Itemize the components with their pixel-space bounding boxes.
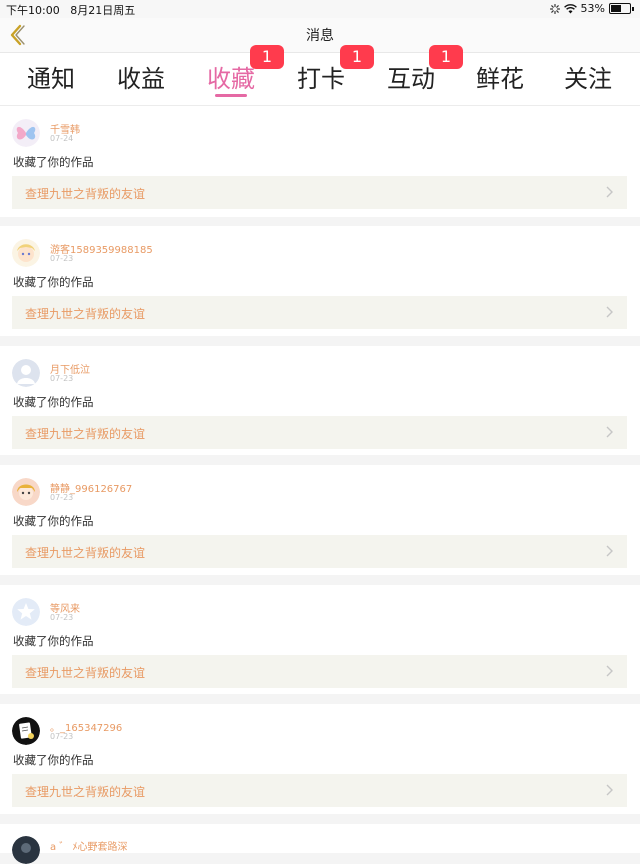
timestamp: 07-23: [50, 493, 74, 502]
chevron-right-icon: [606, 665, 613, 677]
girl-avatar-icon: [12, 239, 40, 267]
dark-avatar-icon: [12, 836, 40, 864]
chevron-right-icon: [606, 426, 613, 438]
work-title: 查理九世之背叛的友谊: [25, 546, 146, 560]
timestamp: 07-24: [50, 134, 74, 143]
work-title: 查理九世之背叛的友谊: [25, 785, 146, 799]
status-time-date: 下午10:00 8月21日周五: [6, 2, 135, 18]
avatar[interactable]: [12, 478, 40, 506]
timestamp: 07-23: [50, 613, 74, 622]
tab-label: 关注: [564, 65, 612, 93]
battery-cap: [632, 6, 634, 11]
work-title: 查理九世之背叛的友谊: [25, 307, 146, 321]
page-title: 消息: [306, 28, 334, 44]
avatar[interactable]: [12, 359, 40, 387]
loading-icon: [549, 3, 560, 14]
notification-item: 千雪韩 07-24 收藏了你的作品 查理九世之背叛的友谊: [0, 106, 640, 217]
work-link[interactable]: 查理九世之背叛的友谊: [12, 655, 627, 688]
tab-checkin[interactable]: 打卡 1: [276, 45, 374, 105]
work-title: 查理九世之背叛的友谊: [25, 666, 146, 680]
battery-icon: [609, 3, 631, 14]
active-tab-indicator: [215, 94, 247, 97]
tab-favorites[interactable]: 收藏 1: [186, 45, 284, 105]
default-avatar-icon: [12, 359, 40, 387]
chevron-right-icon: [606, 306, 613, 318]
action-text: 收藏了你的作品: [13, 634, 94, 648]
work-link[interactable]: 查理九世之背叛的友谊: [12, 774, 627, 807]
notification-item: 等风来 07-23 收藏了你的作品 查理九世之背叛的友谊: [0, 585, 640, 694]
action-text: 收藏了你的作品: [13, 514, 94, 528]
work-title: 查理九世之背叛的友谊: [25, 427, 146, 441]
timestamp: 07-23: [50, 374, 74, 383]
tab-label: 通知: [27, 65, 75, 93]
action-text: 收藏了你的作品: [13, 395, 94, 409]
tab-earnings[interactable]: 收益: [96, 53, 186, 105]
tab-label: 收益: [117, 65, 165, 93]
tab-notifications[interactable]: 通知: [6, 53, 96, 105]
tab-flowers[interactable]: 鲜花: [455, 53, 545, 105]
notification-item: 。_165347296 07-23 收藏了你的作品 查理九世之背叛的友谊: [0, 704, 640, 814]
status-date: 8月21日周五: [70, 4, 136, 17]
butterfly-avatar-icon: [12, 119, 40, 147]
tab-label: 鲜花: [476, 65, 524, 93]
avatar[interactable]: [12, 717, 40, 745]
status-time: 下午10:00: [6, 4, 60, 17]
timestamp: 07-23: [50, 254, 74, 263]
work-link[interactable]: 查理九世之背叛的友谊: [12, 296, 627, 329]
work-link[interactable]: 查理九世之背叛的友谊: [12, 535, 627, 568]
notification-item: 游客1589359988185 07-23 收藏了你的作品 查理九世之背叛的友谊: [0, 226, 640, 336]
action-text: 收藏了你的作品: [13, 275, 94, 289]
notification-item: a ゛ ﾒ心野套路深: [0, 824, 640, 864]
notification-item: 静静_996126767 07-23 收藏了你的作品 查理九世之背叛的友谊: [0, 465, 640, 575]
chevron-right-icon: [606, 784, 613, 796]
status-bar: 下午10:00 8月21日周五 53%: [0, 0, 640, 18]
wifi-icon: [563, 3, 577, 13]
anime-avatar-icon: [12, 478, 40, 506]
work-link[interactable]: 查理九世之背叛的友谊: [12, 176, 627, 209]
chevron-right-icon: [606, 545, 613, 557]
tab-follow[interactable]: 关注: [543, 53, 633, 105]
battery-percent: 53%: [580, 2, 605, 15]
tab-interaction[interactable]: 互动 1: [366, 45, 463, 105]
username[interactable]: a ゛ ﾒ心野套路深: [50, 838, 128, 853]
chevron-right-icon: [606, 186, 613, 198]
tab-bar: 通知 收益 收藏 1 打卡 1 互动 1 鲜花 关注: [0, 45, 640, 106]
timestamp: 07-23: [50, 732, 74, 741]
avatar[interactable]: [12, 119, 40, 147]
action-text: 收藏了你的作品: [13, 753, 94, 767]
avatar[interactable]: [12, 836, 40, 864]
work-title: 查理九世之背叛的友谊: [25, 187, 146, 201]
battery-fill: [611, 5, 621, 12]
star-avatar-icon: [12, 598, 40, 626]
avatar[interactable]: [12, 598, 40, 626]
work-link[interactable]: 查理九世之背叛的友谊: [12, 416, 627, 449]
navigation-bar: 消息: [0, 18, 640, 53]
sketch-avatar-icon: [12, 717, 40, 745]
action-text: 收藏了你的作品: [13, 155, 94, 169]
notification-item: 月下低泣 07-23 收藏了你的作品 查理九世之背叛的友谊: [0, 346, 640, 455]
status-indicators: 53%: [549, 2, 634, 15]
avatar[interactable]: [12, 239, 40, 267]
